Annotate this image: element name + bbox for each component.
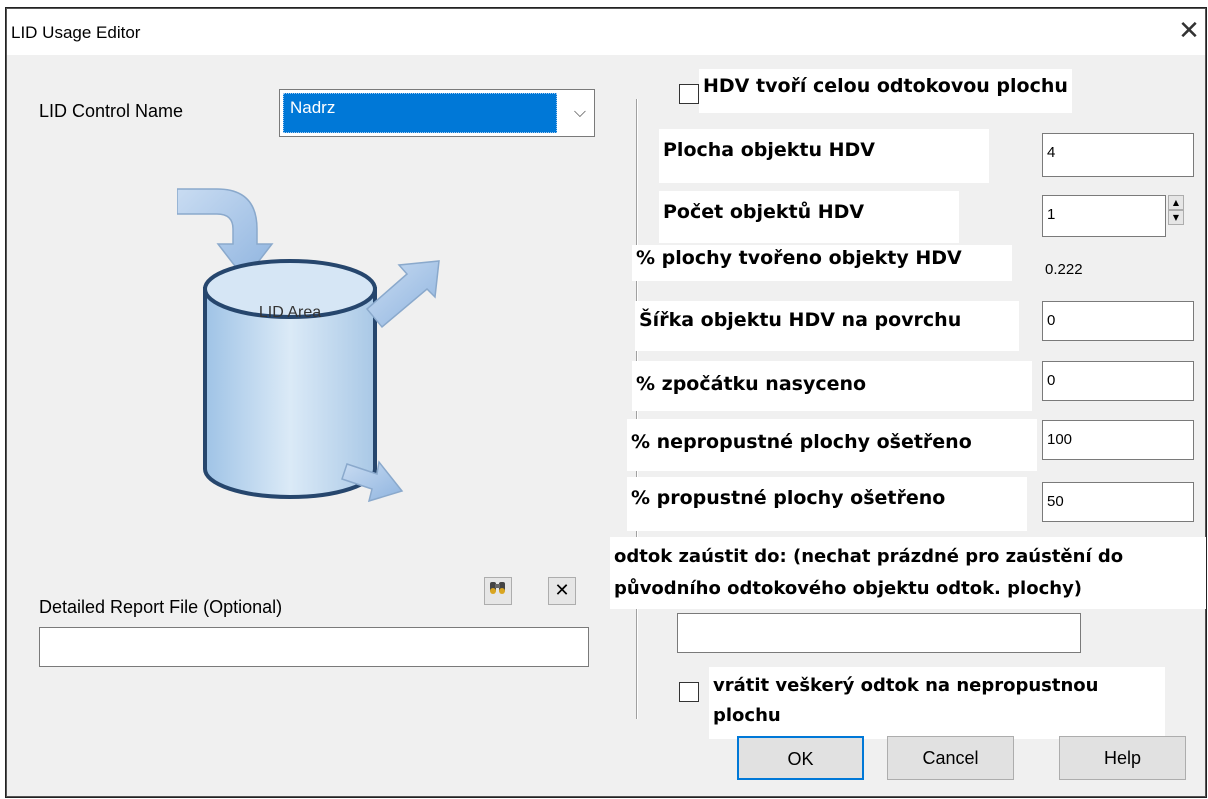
browse-button[interactable] — [484, 577, 512, 605]
pervious-input[interactable]: 50 — [1042, 482, 1194, 522]
cancel-button[interactable]: Cancel — [887, 736, 1014, 780]
field-label-width: Šířka objektu HDV na povrchu — [635, 301, 1019, 351]
drain-to-label-line2: původního odtokového objektu odtok. ploc… — [614, 578, 1083, 599]
lid-area-illustration: LID Area — [177, 188, 440, 503]
dialog-title: LID Usage Editor — [11, 23, 141, 42]
illustration-label: LID Area — [259, 304, 321, 321]
spin-up-icon[interactable]: ▲ — [1168, 195, 1184, 210]
field-label-percent-area: % plochy tvořeno objekty HDV — [632, 245, 1012, 281]
chevron-down-icon[interactable]: ⌵ — [574, 102, 586, 122]
width-input[interactable]: 0 — [1042, 301, 1194, 341]
field-label-count: Počet objektů HDV — [659, 191, 959, 243]
return-runoff-checkbox[interactable] — [679, 682, 699, 702]
binoculars-icon — [490, 582, 505, 594]
clear-report-button[interactable]: ✕ — [548, 577, 576, 605]
close-icon: ✕ — [554, 580, 570, 601]
lid-usage-editor-dialog: LID Usage Editor ✕ LID Control Name Nadr… — [6, 8, 1206, 797]
whole-area-label: HDV tvoří celou odtokovou plochu — [699, 69, 1072, 113]
lid-control-label: LID Control Name — [39, 101, 184, 121]
drain-to-label: odtok zaústit do: (nechat prázdné pro za… — [610, 537, 1206, 609]
field-label-pervious: % propustné plochy ošetřeno — [627, 477, 1027, 531]
return-runoff-label-line2: plochu — [713, 705, 781, 726]
report-file-input[interactable] — [39, 627, 589, 667]
field-label-area: Plocha objektu HDV — [659, 129, 989, 183]
lid-control-selected[interactable]: Nadrz — [283, 93, 557, 133]
saturated-input[interactable]: 0 — [1042, 361, 1194, 401]
percent-area-value: 0.222 — [1045, 261, 1083, 278]
drain-to-input[interactable] — [677, 613, 1081, 653]
return-runoff-label-line1: vrátit veškerý odtok na nepropustnou — [713, 675, 1099, 696]
area-input[interactable]: 4 — [1042, 133, 1194, 177]
help-button[interactable]: Help — [1059, 736, 1186, 780]
whole-area-checkbox[interactable] — [679, 84, 699, 104]
lid-control-dropdown[interactable]: Nadrz ⌵ — [279, 89, 595, 137]
close-icon[interactable]: ✕ — [1175, 17, 1203, 45]
overflow-arrow-icon — [365, 260, 440, 329]
drain-to-label-line1: odtok zaústit do: (nechat prázdné pro za… — [614, 546, 1124, 567]
spin-down-icon[interactable]: ▼ — [1168, 210, 1184, 225]
count-input[interactable]: 1 — [1042, 195, 1166, 237]
impervious-input[interactable]: 100 — [1042, 420, 1194, 460]
count-spinner[interactable]: ▲ ▼ — [1168, 195, 1184, 225]
ok-button[interactable]: OK — [737, 736, 864, 780]
report-file-label: Detailed Report File (Optional) — [39, 597, 283, 617]
return-runoff-label: vrátit veškerý odtok na nepropustnou plo… — [709, 667, 1165, 739]
title-bar: LID Usage Editor ✕ — [7, 9, 1205, 55]
field-label-impervious: % nepropustné plochy ošetřeno — [627, 419, 1037, 471]
field-label-saturated: % zpočátku nasyceno — [632, 361, 1032, 411]
